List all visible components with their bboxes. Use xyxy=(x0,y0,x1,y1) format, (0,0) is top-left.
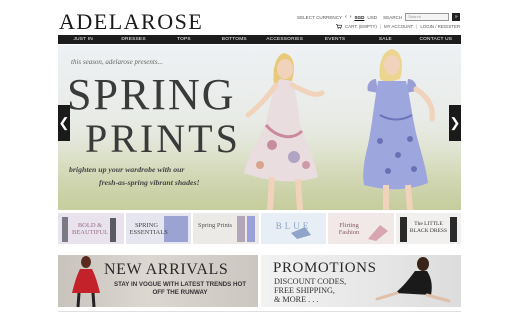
hero-model-blue-dress xyxy=(363,49,435,210)
new-arrivals-subtitle-line1: STAY IN VOGUE WITH LATEST TRENDS HOT xyxy=(113,281,247,288)
promotions-line1: DISCOUNT CODES, xyxy=(274,277,347,286)
thumbnail-5-label: Flirting Fashion xyxy=(338,222,360,236)
nav-item-just-in[interactable]: JUST IN xyxy=(58,35,108,44)
my-account-link[interactable]: MY ACCOUNT xyxy=(384,24,413,29)
hero-slider[interactable]: this season, adelarose presents... SPRIN… xyxy=(58,45,461,210)
hero-subtitle-line1: brighten up your wardrobe with our xyxy=(69,165,185,174)
new-arrivals-banner[interactable]: NEW ARRIVALS STAY IN VOGUE WITH LATEST T… xyxy=(58,255,258,307)
new-arrivals-model-image xyxy=(72,256,100,307)
hero-model-floral-dress xyxy=(244,53,325,210)
cart-link[interactable]: CART: (EMPTY) xyxy=(345,24,377,29)
hero-subtitle-line2: fresh-as-spring vibrant shades! xyxy=(99,178,200,187)
search-button[interactable]: » xyxy=(452,13,461,21)
promotions-line2: FREE SHIPPING, xyxy=(274,286,335,295)
promotions-model-image xyxy=(375,257,451,303)
thumbnail-6-label: The LITTLE BLACK DRESS xyxy=(409,221,448,234)
promotions-line3: & MORE . . . xyxy=(274,295,319,304)
cart-icon[interactable] xyxy=(336,24,342,29)
slider-thumbnails: BOLD & BEAUTIFUL SPRING ESSENTIALS Sprin… xyxy=(58,213,461,244)
promotions-subtitle: DISCOUNT CODES, FREE SHIPPING, & MORE . … xyxy=(274,277,346,304)
currency-next-icon[interactable]: › xyxy=(350,14,352,20)
currency-usd-link[interactable]: USD xyxy=(367,15,377,20)
separator: | xyxy=(379,24,382,29)
currency-prev-icon[interactable]: ‹ xyxy=(345,14,347,20)
thumbnail-2-label: SPRING ESSENTIALS xyxy=(129,222,168,236)
thumbnail-3[interactable]: Spring Prints xyxy=(193,213,259,244)
nav-item-bottoms[interactable]: BOTTOMS xyxy=(209,35,259,44)
thumbnail-3-label: Spring Prints xyxy=(197,222,233,229)
currency-sgd-link[interactable]: SGD xyxy=(354,15,364,20)
nav-item-tops[interactable]: TOPS xyxy=(159,35,209,44)
nav-item-events[interactable]: EVENTS xyxy=(310,35,360,44)
new-arrivals-subtitle: STAY IN VOGUE WITH LATEST TRENDS HOT OFF… xyxy=(110,281,250,297)
hero-title-line2: PRINTS xyxy=(85,116,241,161)
new-arrivals-subtitle-line2: OFF THE RUNWAY xyxy=(152,289,208,296)
search-label: SEARCH xyxy=(383,14,403,20)
thumbnail-1-label: BOLD & BEAUTIFUL xyxy=(72,222,109,236)
page: ADELAROSE SELECT CURRENCY ‹ › SGD USD SE… xyxy=(0,0,518,320)
site-logo[interactable]: ADELAROSE xyxy=(59,9,203,35)
slider-prev-button[interactable]: ❮ xyxy=(58,105,70,141)
top-utility-bar: SELECT CURRENCY ‹ › SGD USD SEARCH Searc… xyxy=(297,13,461,21)
account-bar: CART: (EMPTY) | MY ACCOUNT | LOGIN / REG… xyxy=(336,24,460,29)
thumbnail-1[interactable]: BOLD & BEAUTIFUL xyxy=(58,213,124,244)
thumbnail-4[interactable]: BLUE xyxy=(260,213,326,244)
login-register-link[interactable]: LOGIN / REGISTER xyxy=(420,24,460,29)
divider xyxy=(58,311,461,312)
thumbnail-6[interactable]: The LITTLE BLACK DRESS xyxy=(395,213,461,244)
new-arrivals-title: NEW ARRIVALS xyxy=(104,261,229,278)
hero-title-line1: SPRING xyxy=(67,70,236,119)
thumbnail-2[interactable]: SPRING ESSENTIALS xyxy=(125,213,191,244)
nav-item-contact-us[interactable]: CONTACT US xyxy=(411,35,461,44)
nav-item-accessories[interactable]: ACCESSORIES xyxy=(260,35,310,44)
promotions-banner[interactable]: PROMOTIONS DISCOUNT CODES, FREE SHIPPING… xyxy=(261,255,461,307)
thumbnail-5[interactable]: Flirting Fashion xyxy=(328,213,394,244)
promotions-title: PROMOTIONS xyxy=(273,260,377,276)
separator: | xyxy=(416,24,418,29)
hero-tagline: this season, adelarose presents... xyxy=(71,58,163,66)
nav-item-dresses[interactable]: DRESSES xyxy=(108,35,158,44)
currency-label: SELECT CURRENCY xyxy=(297,14,343,20)
nav-item-sale[interactable]: SALE xyxy=(360,35,410,44)
slider-next-button[interactable]: ❯ xyxy=(449,105,461,141)
main-nav: JUST IN DRESSES TOPS BOTTOMS ACCESSORIES… xyxy=(58,35,461,44)
search-input[interactable]: Search xyxy=(405,13,450,21)
thumbnail-4-label: BLUE xyxy=(275,221,312,231)
